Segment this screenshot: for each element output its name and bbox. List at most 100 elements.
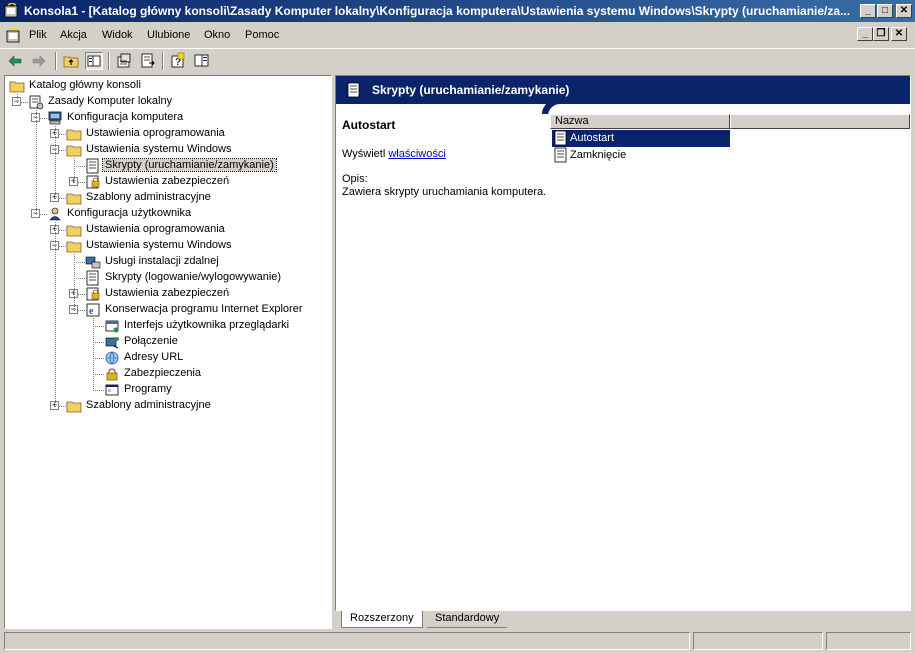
menu-ulubione[interactable]: Ulubione — [147, 29, 190, 41]
tree-connector — [93, 342, 104, 343]
toolbar-separator — [108, 52, 110, 70]
tree-node-label: Ustawienia oprogramowania — [86, 223, 225, 235]
tree-connector — [55, 222, 56, 407]
details-header-title: Skrypty (uruchamianie/zamykanie) — [372, 83, 570, 97]
tree-node[interactable]: + Ustawienia oprogramowania — [5, 222, 331, 238]
close-button[interactable]: ✕ — [896, 4, 912, 18]
tree-node-label: Ustawienia systemu Windows — [86, 239, 232, 251]
help-icon[interactable]: ? — [169, 52, 187, 70]
forward-icon[interactable] — [30, 52, 48, 70]
tree-node[interactable]: − Ustawienia systemu Windows — [5, 238, 331, 254]
tree-node[interactable]: + Szablony administracyjne — [5, 398, 331, 414]
menu-pomoc[interactable]: Pomoc — [245, 29, 279, 41]
menu-plik[interactable]: Plik — [29, 29, 47, 41]
tree-node-label: Ustawienia zabezpieczeń — [105, 175, 230, 187]
mdi-minimize-button[interactable]: _ — [857, 27, 873, 41]
script-icon — [554, 130, 567, 146]
tree-connector — [74, 254, 75, 311]
tree-node[interactable]: Skrypty (uruchamianie/zamykanie) — [5, 158, 331, 174]
tree-node-label: Konfiguracja użytkownika — [67, 207, 192, 219]
tree-node[interactable]: Adresy URL — [5, 350, 331, 366]
export-list-icon[interactable] — [139, 52, 157, 70]
list-item[interactable]: Autostart — [552, 130, 730, 147]
menu-akcja[interactable]: Akcja — [60, 29, 87, 41]
folder-icon — [66, 126, 82, 142]
tab-extended[interactable]: Rozszerzony — [341, 611, 423, 628]
folder-icon — [9, 78, 25, 94]
tree-node[interactable]: Programy — [5, 382, 331, 398]
show-prefix: Wyświetl — [342, 148, 386, 160]
browser-ui-icon — [104, 318, 120, 334]
tree-node[interactable]: + Ustawienia zabezpieczeń — [5, 174, 331, 190]
tree-connector — [93, 326, 104, 327]
script-icon — [347, 82, 360, 98]
show-hide-action-pane-icon[interactable] — [193, 52, 211, 70]
tree-node[interactable]: Połączenie — [5, 334, 331, 350]
details-pane: Skrypty (uruchamianie/zamykanie) Autosta… — [335, 75, 911, 611]
console-tree[interactable]: Katalog główny konsoli − Zasady Komputer l… — [4, 75, 332, 629]
tree-connector — [93, 318, 94, 391]
tree-node[interactable]: + Szablony administracyjne — [5, 190, 331, 206]
tree-node[interactable]: + Ustawienia oprogramowania — [5, 126, 331, 142]
tree-node-label: Interfejs użytkownika przeglądarki — [124, 319, 290, 331]
tree-node-label: Szablony administracyjne — [86, 191, 211, 203]
script-icon — [554, 147, 567, 163]
menu-okno[interactable]: Okno — [204, 29, 230, 41]
mdi-child-icon[interactable] — [6, 28, 22, 44]
tree-node[interactable]: Katalog główny konsoli — [5, 78, 331, 94]
policy-icon — [28, 94, 44, 110]
tree-node[interactable]: Interfejs użytkownika przeglądarki — [5, 318, 331, 334]
tree-node-label: Ustawienia systemu Windows — [86, 143, 232, 155]
toolbar-separator — [55, 52, 57, 70]
maximize-button[interactable]: □ — [877, 4, 893, 18]
back-icon[interactable] — [6, 52, 24, 70]
status-panel-3 — [826, 632, 911, 650]
mdi-restore-button[interactable]: ❐ — [873, 27, 889, 41]
list-item-label: Zamknięcie — [570, 149, 627, 161]
status-bar — [0, 630, 915, 653]
tree-node[interactable]: Usługi instalacji zdalnej — [5, 254, 331, 270]
minimize-button[interactable]: _ — [860, 4, 876, 18]
tree-node[interactable]: − e Konserwacja programu Internet Explorer — [5, 302, 331, 318]
tree-node-label: Adresy URL — [124, 351, 184, 363]
tree-node[interactable]: − Ustawienia systemu Windows — [5, 142, 331, 158]
tree-connector — [93, 390, 104, 391]
properties-link[interactable]: właściwości — [388, 148, 445, 160]
menu-bar: Plik Akcja Widok Ulubione Okno Pomoc _ ❐… — [0, 24, 915, 48]
mmc-app-icon — [4, 3, 18, 18]
tree-node[interactable]: Zabezpieczenia — [5, 366, 331, 382]
window-title: Konsola1 - [Katalog główny konsoli\Zasad… — [24, 4, 851, 18]
tree-node[interactable]: Skrypty (logowanie/wylogowywanie) — [5, 270, 331, 286]
list-item[interactable]: Zamknięcie — [552, 147, 730, 164]
tree-connector — [36, 110, 37, 215]
toolbar-separator — [162, 52, 164, 70]
mdi-close-button[interactable]: ✕ — [891, 27, 907, 41]
title-bar[interactable]: Konsola1 - [Katalog główny konsoli\Zasad… — [0, 0, 915, 22]
tree-node[interactable]: + Ustawienia zabezpieczeń — [5, 286, 331, 302]
security-icon — [85, 286, 101, 302]
tree-node-label: Katalog główny konsoli — [29, 79, 141, 91]
show-hide-tree-button[interactable] — [85, 52, 103, 70]
menu-widok[interactable]: Widok — [102, 29, 133, 41]
tree-node-label: Programy — [124, 383, 172, 395]
up-folder-icon[interactable] — [62, 52, 80, 70]
url-icon — [104, 350, 120, 366]
column-header-name[interactable]: Nazwa — [550, 114, 730, 129]
tree-connector — [74, 158, 75, 183]
tree-node[interactable]: − Konfiguracja komputera — [5, 110, 331, 126]
tree-node-label: Skrypty (logowanie/wylogowywanie) — [105, 271, 282, 283]
tree-node[interactable]: − Zasady Komputer lokalny — [5, 94, 331, 110]
connection-icon — [104, 334, 120, 350]
tab-standard[interactable]: Standardowy — [427, 611, 508, 628]
properties-icon[interactable] — [115, 52, 133, 70]
tree-connector — [17, 94, 18, 103]
description-label: Opis: — [342, 173, 368, 185]
security-icon — [85, 174, 101, 190]
tree-node[interactable]: − Konfiguracja użytkownika — [5, 206, 331, 222]
list-item-label: Autostart — [570, 132, 615, 144]
tree-connector — [93, 358, 104, 359]
tree-node-label: Szablony administracyjne — [86, 399, 211, 411]
selected-item-name: Autostart — [342, 118, 396, 132]
tree-node-label: Ustawienia oprogramowania — [86, 127, 225, 139]
script-icon — [85, 270, 101, 286]
